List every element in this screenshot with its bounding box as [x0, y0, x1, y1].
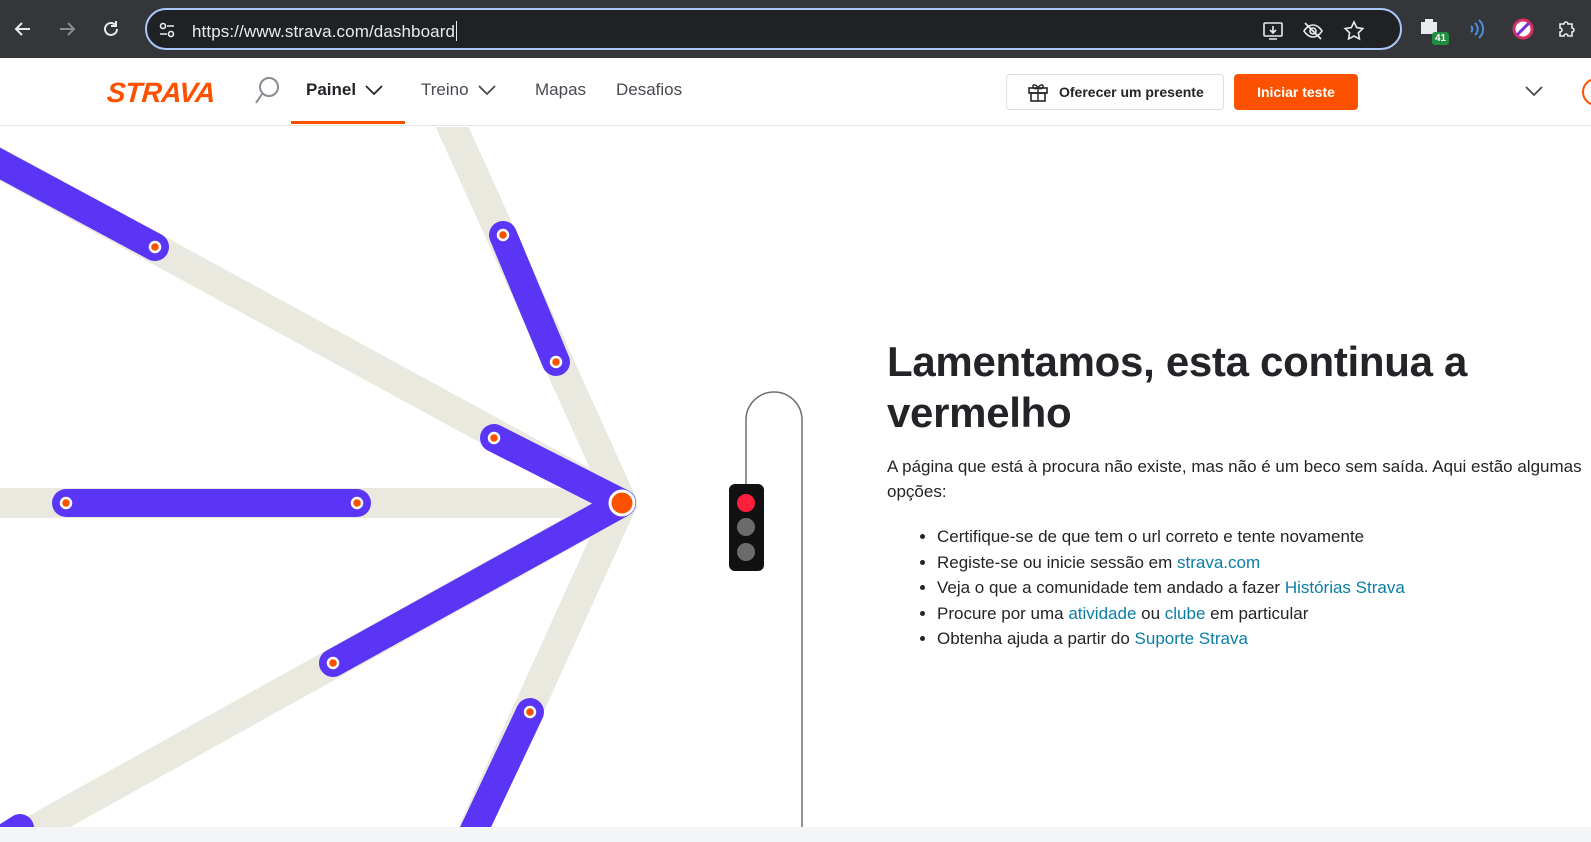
wifi-waves-icon[interactable] — [1466, 16, 1492, 42]
back-button[interactable] — [8, 14, 38, 44]
address-bar[interactable]: https://www.strava.com/dashboard — [145, 8, 1402, 50]
footer-strip — [0, 827, 1591, 842]
star-icon[interactable] — [1343, 20, 1365, 42]
url-text[interactable]: https://www.strava.com/dashboard — [192, 21, 458, 42]
site-header: STRAVA Painel Treino Mapas Desafios Ofer… — [0, 58, 1591, 126]
eye-off-icon[interactable] — [1302, 20, 1324, 42]
extension-count-badge: 41 — [1432, 32, 1450, 45]
list-item: Obtenha ajuda a partir do Suporte Strava — [937, 626, 1587, 652]
nav-active-indicator — [291, 121, 405, 124]
lead-text: A página que está à procura não existe, … — [887, 457, 1582, 501]
error-content: Lamentamos, esta continua a vermelho A p… — [887, 336, 1587, 652]
install-app-icon[interactable] — [1262, 20, 1284, 42]
forward-button[interactable] — [52, 14, 82, 44]
site-info-icon[interactable] — [157, 20, 177, 40]
reload-button[interactable] — [96, 14, 126, 44]
avatar[interactable] — [1582, 78, 1591, 106]
options-list: Certifique-se de que tem o url correto e… — [937, 524, 1587, 652]
chevron-down-icon — [477, 85, 496, 96]
chevron-down-icon — [365, 85, 383, 96]
gift-button[interactable]: Oferecer um presente — [1006, 74, 1224, 110]
strava-logo[interactable]: STRAVA — [106, 77, 216, 109]
list-item: Procure por uma atividade ou clube em pa… — [937, 601, 1587, 627]
block-icon[interactable] — [1510, 16, 1536, 42]
activity-link[interactable]: atividade — [1068, 604, 1136, 623]
list-item: Veja o que a comunidade tem andado a faz… — [937, 575, 1587, 601]
chevron-down-icon[interactable] — [1524, 84, 1544, 98]
start-trial-button[interactable]: Iniciar teste — [1234, 74, 1358, 110]
nav-desafios[interactable]: Desafios — [616, 80, 682, 100]
nav-painel[interactable]: Painel — [306, 80, 384, 100]
nav-treino[interactable]: Treino — [421, 80, 497, 100]
stories-link[interactable]: Histórias Strava — [1285, 578, 1405, 597]
route-illustration — [0, 127, 803, 827]
search-icon[interactable] — [253, 76, 281, 106]
browser-toolbar: https://www.strava.com/dashboard 41 — [0, 0, 1591, 58]
reload-icon — [104, 21, 118, 36]
list-item: Certifique-se de que tem o url correto e… — [937, 524, 1587, 550]
nav-mapas[interactable]: Mapas — [535, 80, 586, 100]
back-arrow-icon — [14, 22, 30, 36]
support-link[interactable]: Suporte Strava — [1135, 629, 1248, 648]
puzzle-extensions-icon[interactable] — [1554, 16, 1580, 42]
list-item: Registe-se ou inicie sessão em strava.co… — [937, 550, 1587, 576]
club-link[interactable]: clube — [1165, 604, 1206, 623]
strava-com-link[interactable]: strava.com — [1177, 553, 1260, 572]
forward-arrow-icon — [60, 22, 76, 36]
page-title: Lamentamos, esta continua a vermelho — [887, 338, 1468, 436]
gift-icon — [1028, 84, 1048, 102]
